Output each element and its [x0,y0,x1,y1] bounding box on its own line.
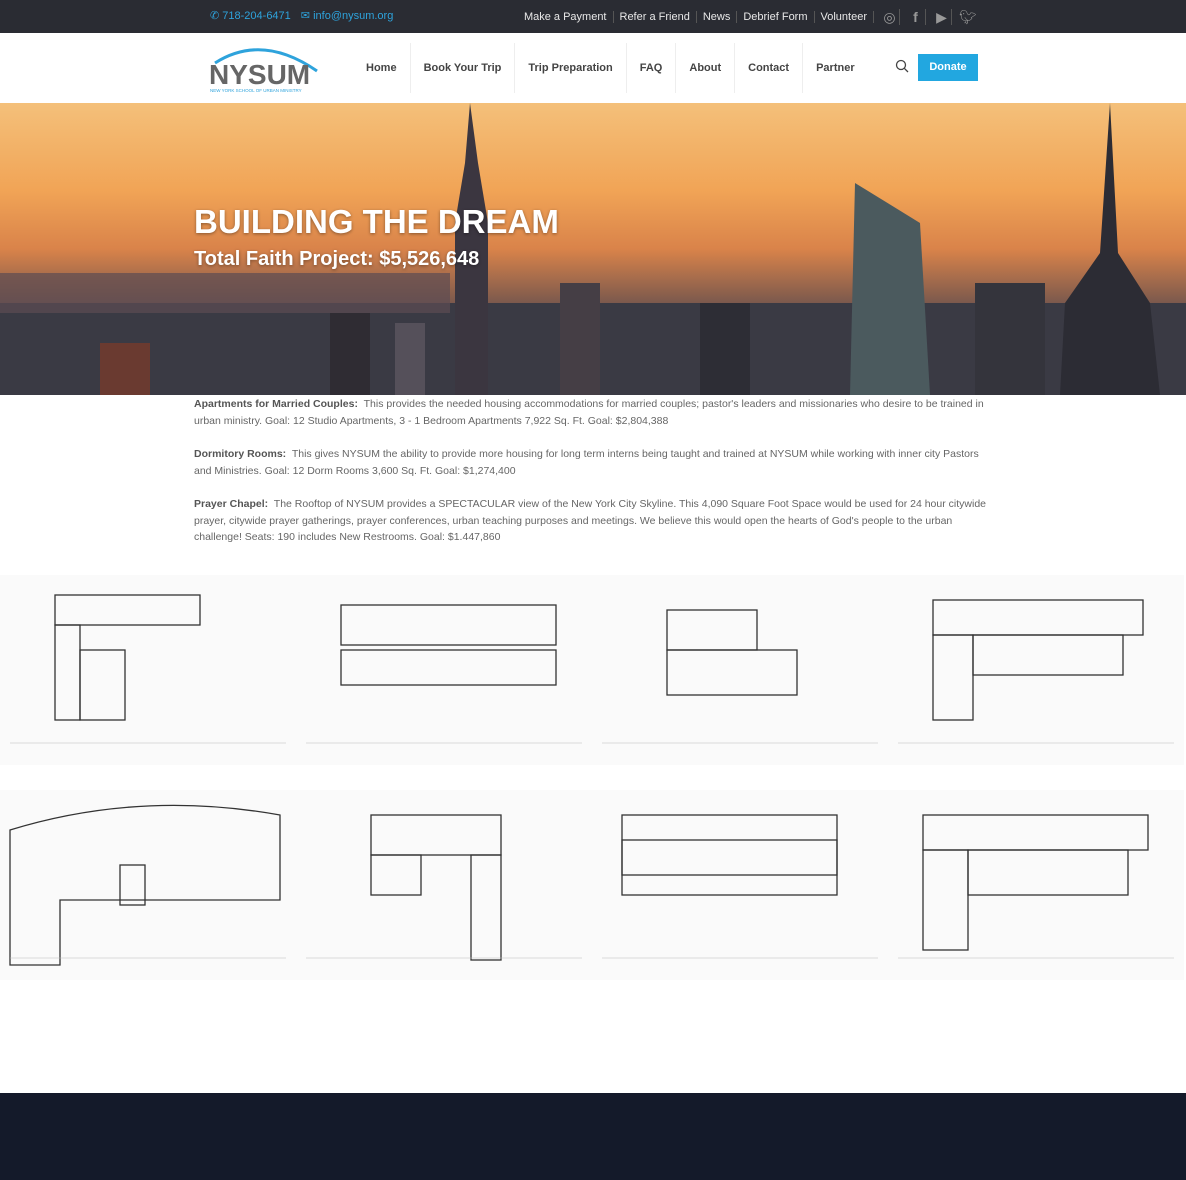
phone-link[interactable]: ✆ 718-204-6471 [210,9,291,22]
nav-faq[interactable]: FAQ [627,43,677,93]
debrief-form-link[interactable]: Debrief Form [737,11,815,23]
nav-home[interactable]: Home [353,43,411,93]
floor-plan-image[interactable] [0,790,296,980]
email-link[interactable]: ✉ info@nysum.org [301,9,394,22]
email-address: info@nysum.org [313,10,394,22]
top-bar: ✆ 718-204-6471 ✉ info@nysum.org Make a P… [0,0,1186,33]
hero-subtitle: Total Faith Project: $5,526,648 [194,248,480,270]
nav-about[interactable]: About [676,43,736,93]
section-heading: Prayer Chapel: [194,498,269,510]
youtube-icon[interactable]: ▶ [932,9,952,25]
floor-plan-image[interactable] [296,575,592,765]
svg-text:NYSUM: NYSUM [209,59,310,90]
nav-partner[interactable]: Partner [803,43,868,93]
city-skyline-image [0,103,1186,395]
nav-book-your-trip[interactable]: Book Your Trip [411,43,516,93]
twitter-icon[interactable]: 🐦︎ [958,9,978,25]
floor-plan-image[interactable] [0,575,296,765]
floor-plan-image[interactable] [296,790,592,980]
section-heading: Dormitory Rooms: [194,448,287,460]
instagram-icon[interactable]: ◎ [880,9,900,25]
floor-plan-image[interactable] [888,575,1184,765]
section-dormitory: Dormitory Rooms: This gives NYSUM the ab… [194,446,994,479]
svg-text:NEW YORK SCHOOL OF URBAN MINIS: NEW YORK SCHOOL OF URBAN MINISTRY [210,88,302,93]
facebook-icon[interactable]: f [906,9,926,25]
floor-plan-image[interactable] [888,790,1184,980]
refer-friend-link[interactable]: Refer a Friend [614,11,697,23]
header: NYSUM NEW YORK SCHOOL OF URBAN MINISTRY … [0,33,1186,103]
nav-trip-preparation[interactable]: Trip Preparation [515,43,627,93]
project-descriptions: Apartments for Married Couples: This pro… [194,396,994,563]
section-heading: Apartments for Married Couples: [194,398,358,410]
footer [0,1093,1186,1180]
donate-button[interactable]: Donate [918,54,978,81]
nysum-logo[interactable]: NYSUM NEW YORK SCHOOL OF URBAN MINISTRY [207,41,322,96]
section-body: This gives NYSUM the ability to provide … [194,448,979,477]
section-apartments: Apartments for Married Couples: This pro… [194,396,994,429]
hero-title: BUILDING THE DREAM [194,203,559,240]
floor-plan-gallery [0,575,1186,980]
hero-banner: BUILDING THE DREAM Total Faith Project: … [0,103,1186,395]
floor-plan-image[interactable] [592,575,888,765]
news-link[interactable]: News [697,11,738,23]
phone-number: 718-204-6471 [222,10,291,22]
make-payment-link[interactable]: Make a Payment [518,11,614,23]
main-nav: Home Book Your Trip Trip Preparation FAQ… [353,33,868,103]
nav-contact[interactable]: Contact [735,43,804,93]
volunteer-link[interactable]: Volunteer [815,11,874,23]
section-prayer-chapel: Prayer Chapel: The Rooftop of NYSUM prov… [194,496,994,546]
floor-plan-image[interactable] [592,790,888,980]
search-icon[interactable] [895,59,909,73]
section-body: The Rooftop of NYSUM provides a SPECTACU… [194,498,986,543]
